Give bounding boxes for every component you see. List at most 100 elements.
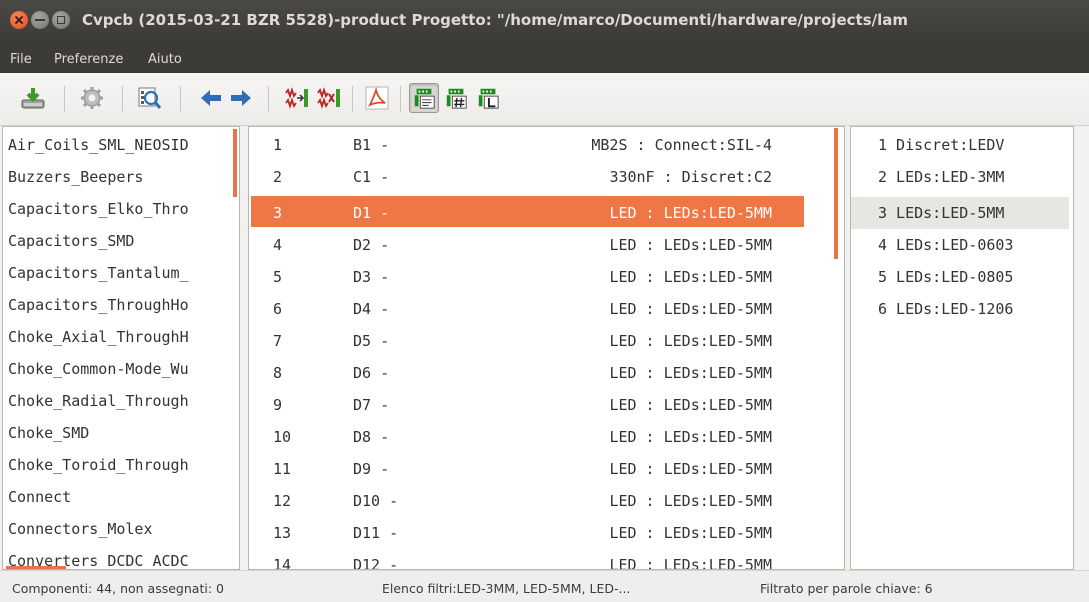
view-footprint-icon[interactable]	[134, 83, 164, 113]
component-row[interactable]: 12 D10 - LED : LEDs:LED-5MM	[249, 485, 844, 517]
component-value-footprint: LED : LEDs:LED-5MM	[609, 428, 772, 446]
maximize-window-button[interactable]	[52, 11, 70, 29]
component-row[interactable]: 11 D9 - LED : LEDs:LED-5MM	[249, 453, 844, 485]
footprint-item[interactable]: 4 LEDs:LED-0603	[878, 229, 1013, 261]
component-reference: D12 -	[353, 556, 399, 570]
component-value-footprint: LED : LEDs:LED-5MM	[609, 396, 772, 414]
library-item[interactable]: Connect	[8, 481, 71, 513]
component-value-footprint: MB2S : Connect:SIL-4	[591, 136, 772, 154]
footprint-item[interactable]: 1 Discret:LEDV	[878, 129, 1004, 161]
component-scrollbar[interactable]	[834, 128, 838, 259]
library-item[interactable]: Choke_Axial_ThroughH	[8, 321, 189, 353]
component-value-footprint: LED : LEDs:LED-5MM	[609, 332, 772, 350]
component-value-footprint: LED : LEDs:LED-5MM	[609, 236, 772, 254]
save-icon[interactable]	[18, 83, 48, 113]
library-item[interactable]: Choke_Common-Mode_Wu	[8, 353, 189, 385]
settings-icon[interactable]	[77, 83, 107, 113]
component-reference: D1 -	[353, 204, 390, 222]
footprint-item[interactable]: 6 LEDs:LED-1206	[878, 293, 1013, 325]
delete-associations-icon[interactable]	[314, 83, 344, 113]
library-item[interactable]: Air_Coils_SML_NEOSID	[8, 129, 189, 161]
title-bar: Cvpcb (2015-03-21 BZR 5528)-product Prog…	[0, 0, 1089, 44]
library-item[interactable]: Connectors_Molex	[8, 513, 153, 545]
component-number: 13	[273, 524, 292, 542]
component-number: 1	[273, 136, 283, 154]
window-title: Cvpcb (2015-03-21 BZR 5528)-product Prog…	[82, 11, 908, 29]
status-components: Componenti: 44, non assegnati: 0	[12, 581, 224, 596]
component-row[interactable]: 8 D6 - LED : LEDs:LED-5MM	[249, 357, 844, 389]
filter-by-library-icon[interactable]	[473, 83, 503, 113]
footprint-item[interactable]: 2 LEDs:LED-3MM	[878, 161, 1004, 193]
component-row[interactable]: 14 D12 - LED : LEDs:LED-5MM	[249, 549, 844, 570]
cvpcb-window: Cvpcb (2015-03-21 BZR 5528)-product Prog…	[0, 0, 1089, 602]
menu-bar: File Preferenze Aiuto	[0, 44, 1089, 73]
footprint-item[interactable]: 3 LEDs:LED-5MM	[878, 197, 1004, 229]
component-number: 4	[273, 236, 283, 254]
component-reference: D3 -	[353, 268, 390, 286]
component-row[interactable]: 6 D4 - LED : LEDs:LED-5MM	[249, 293, 844, 325]
library-hscrollbar[interactable]	[6, 566, 66, 569]
component-row[interactable]: 5 D3 - LED : LEDs:LED-5MM	[249, 261, 844, 293]
component-reference: C1 -	[353, 168, 390, 186]
status-bar: Componenti: 44, non assegnati: 0 Elenco …	[0, 570, 1089, 602]
menu-preferences[interactable]: Preferenze	[54, 52, 123, 67]
library-item[interactable]: Capacitors_ThroughHo	[8, 289, 189, 321]
component-value-footprint: LED : LEDs:LED-5MM	[609, 268, 772, 286]
minimize-window-button[interactable]	[31, 11, 49, 29]
component-reference: B1 -	[353, 136, 390, 154]
component-number: 6	[273, 300, 283, 318]
component-value-footprint: LED : LEDs:LED-5MM	[609, 492, 772, 510]
library-item[interactable]: Capacitors_Tantalum_	[8, 257, 189, 289]
component-value-footprint: LED : LEDs:LED-5MM	[609, 556, 772, 570]
component-row[interactable]: 9 D7 - LED : LEDs:LED-5MM	[249, 389, 844, 421]
previous-icon[interactable]	[196, 83, 226, 113]
component-value-footprint: LED : LEDs:LED-5MM	[609, 364, 772, 382]
component-number: 5	[273, 268, 283, 286]
status-keywords: Filtrato per parole chiave: 6	[760, 581, 933, 596]
component-row[interactable]: 10 D8 - LED : LEDs:LED-5MM	[249, 421, 844, 453]
component-row-selected[interactable]: 3 D1 - LED : LEDs:LED-5MM	[249, 197, 844, 229]
component-number: 10	[273, 428, 292, 446]
library-list[interactable]: Air_Coils_SML_NEOSID Buzzers_Beepers Cap…	[2, 126, 240, 570]
component-row[interactable]: 2 C1 - 330nF : Discret:C2	[249, 161, 844, 193]
library-item[interactable]: Buzzers_Beepers	[8, 161, 143, 193]
pdf-icon[interactable]	[362, 83, 392, 113]
component-number: 11	[273, 460, 292, 478]
library-item[interactable]: Capacitors_Elko_Thro	[8, 193, 189, 225]
close-window-button[interactable]	[10, 11, 28, 29]
component-number: 2	[273, 168, 283, 186]
component-number: 3	[273, 204, 283, 222]
component-reference: D9 -	[353, 460, 390, 478]
menu-help[interactable]: Aiuto	[148, 52, 182, 67]
component-row[interactable]: 7 D5 - LED : LEDs:LED-5MM	[249, 325, 844, 357]
component-number: 8	[273, 364, 283, 382]
component-reference: D5 -	[353, 332, 390, 350]
toolbar	[0, 73, 1089, 126]
footprint-item[interactable]: 5 LEDs:LED-0805	[878, 261, 1013, 293]
component-row[interactable]: 13 D11 - LED : LEDs:LED-5MM	[249, 517, 844, 549]
next-icon[interactable]	[226, 83, 256, 113]
component-value-footprint: LED : LEDs:LED-5MM	[609, 524, 772, 542]
footprint-list[interactable]: 1 Discret:LEDV 2 LEDs:LED-3MM 3 LEDs:LED…	[850, 126, 1074, 570]
component-value-footprint: LED : LEDs:LED-5MM	[609, 300, 772, 318]
library-item[interactable]: Choke_Toroid_Through	[8, 449, 189, 481]
component-number: 9	[273, 396, 283, 414]
component-reference: D4 -	[353, 300, 390, 318]
component-reference: D2 -	[353, 236, 390, 254]
component-reference: D10 -	[353, 492, 399, 510]
library-item[interactable]: Choke_SMD	[8, 417, 89, 449]
menu-file[interactable]: File	[10, 52, 32, 67]
filter-by-keywords-icon[interactable]	[409, 83, 439, 113]
component-value-footprint: LED : LEDs:LED-5MM	[609, 204, 772, 222]
filter-by-pin-count-icon[interactable]	[441, 83, 471, 113]
library-item[interactable]: Choke_Radial_Through	[8, 385, 189, 417]
component-row[interactable]: 1 B1 - MB2S : Connect:SIL-4	[249, 129, 844, 161]
library-item[interactable]: Capacitors_SMD	[8, 225, 134, 257]
component-reference: D11 -	[353, 524, 399, 542]
component-list[interactable]: 1 B1 - MB2S : Connect:SIL-4 2 C1 - 330nF : Di…	[248, 126, 845, 570]
library-scrollbar[interactable]	[233, 129, 237, 197]
auto-associate-icon[interactable]	[282, 83, 312, 113]
component-row[interactable]: 4 D2 - LED : LEDs:LED-5MM	[249, 229, 844, 261]
component-value-footprint: 330nF : Discret:C2	[609, 168, 772, 186]
component-number: 14	[273, 556, 292, 570]
